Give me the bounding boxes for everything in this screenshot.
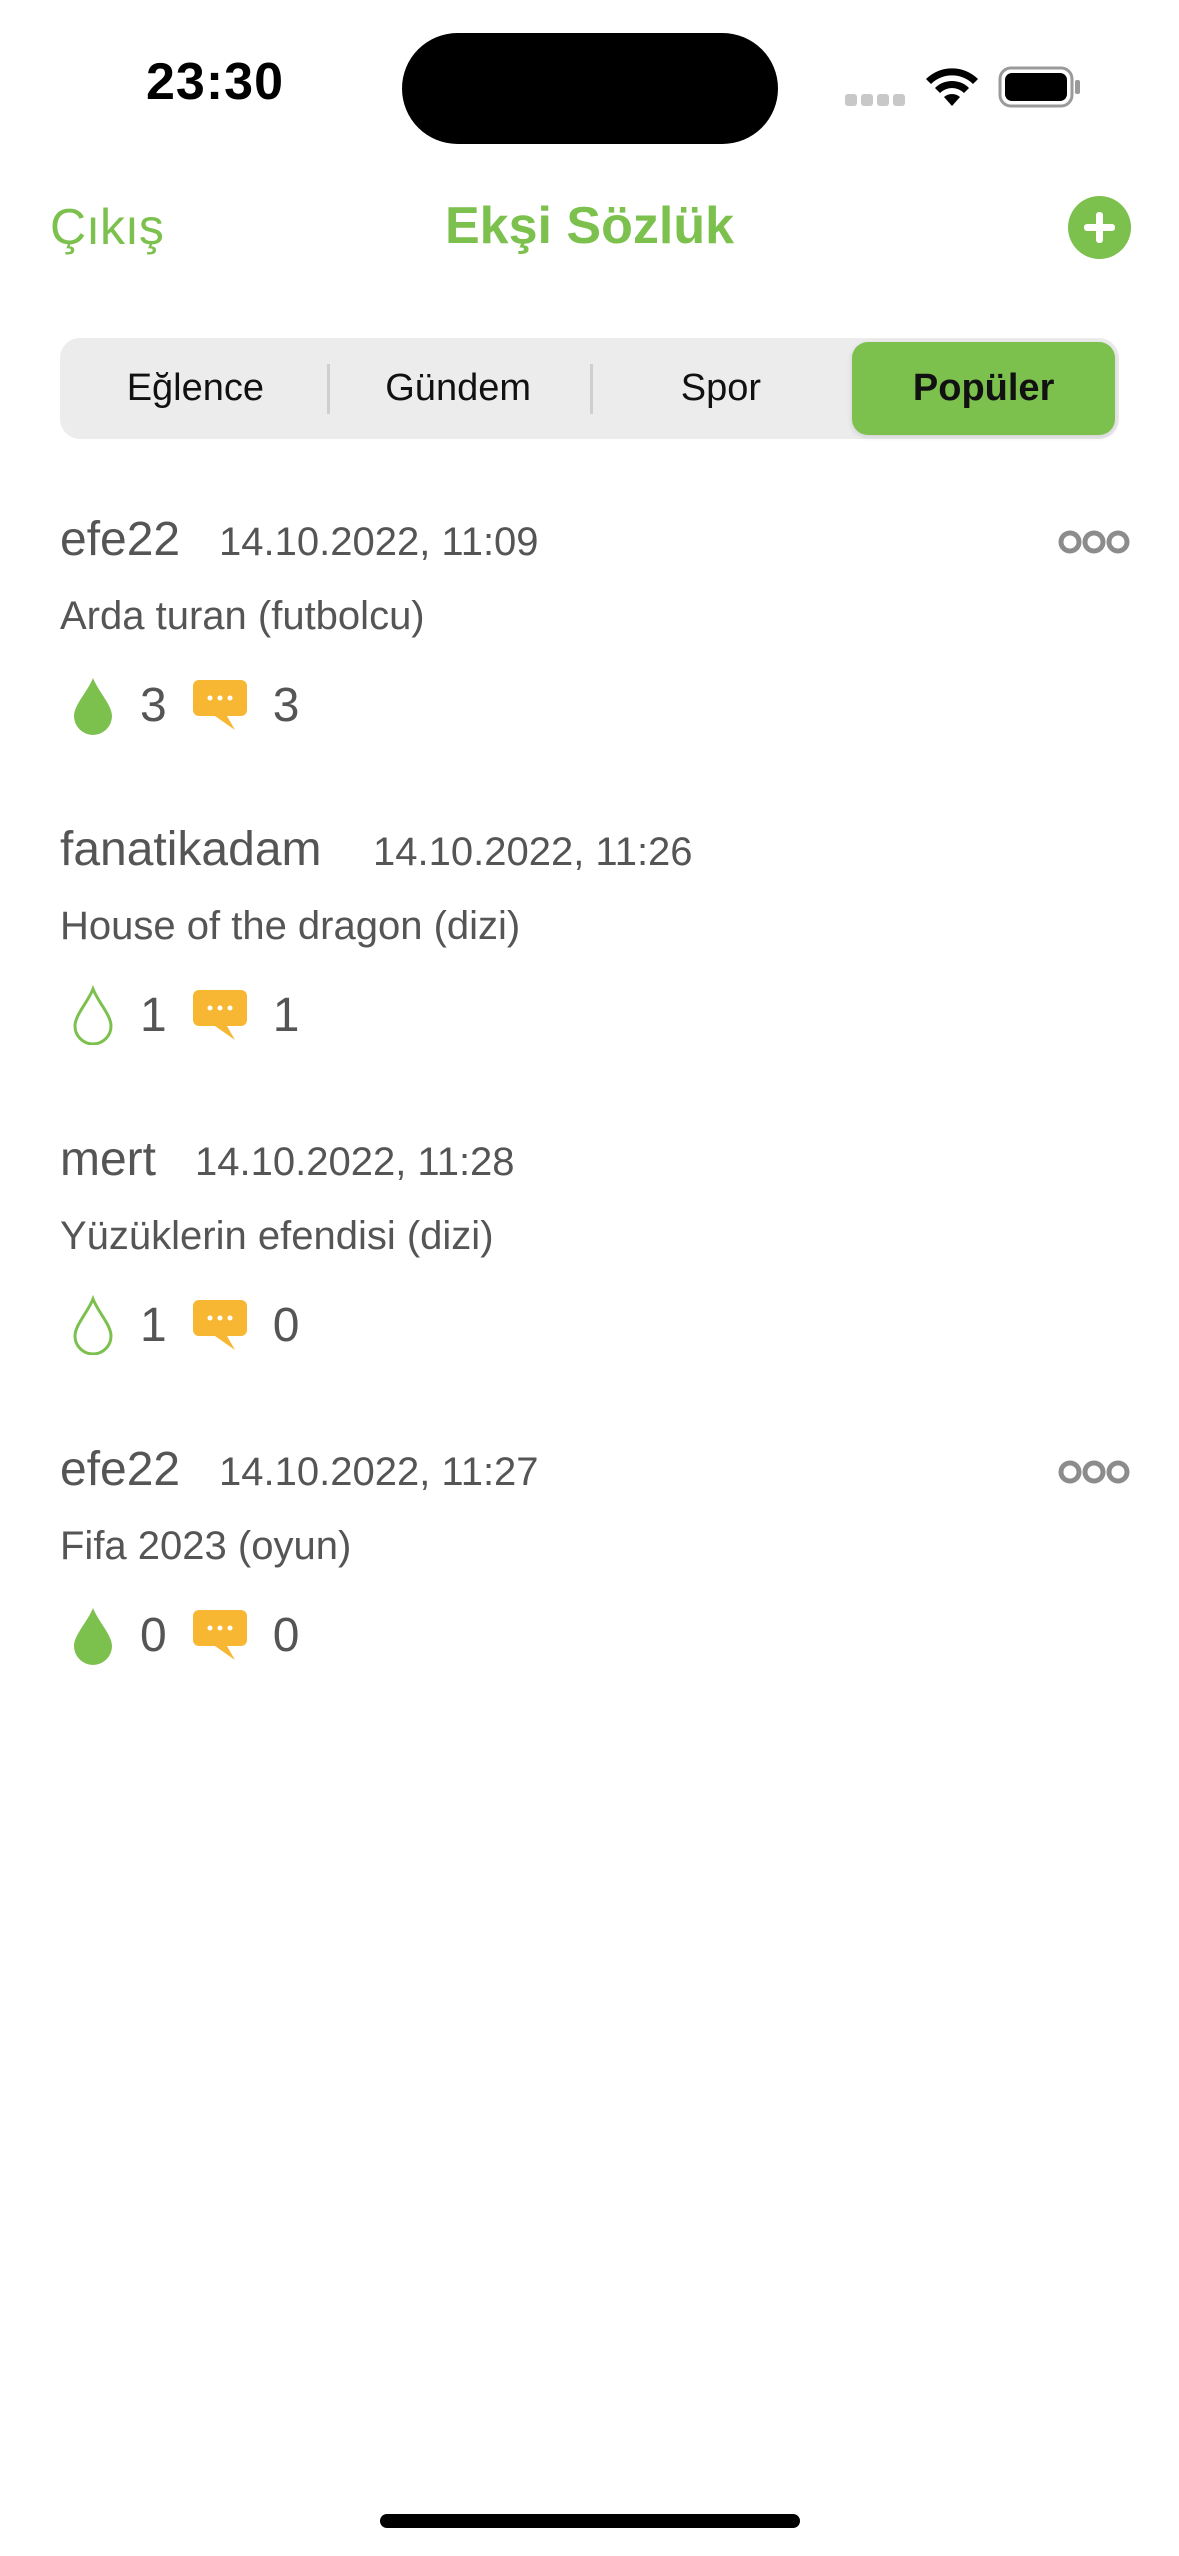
- post-date: 14.10.2022, 11:26: [373, 830, 693, 874]
- comment-count: 0: [272, 1298, 300, 1352]
- more-icon[interactable]: [1058, 1460, 1130, 1484]
- drop-icon[interactable]: [70, 675, 116, 735]
- category-segmented-control: Eğlence Gündem Spor Popüler: [60, 338, 1119, 439]
- tab-eglence[interactable]: Eğlence: [64, 342, 327, 435]
- speech-bubble-icon[interactable]: [191, 1298, 249, 1352]
- post-title[interactable]: Fifa 2023 (oyun): [60, 1524, 351, 1569]
- comment-count: 0: [272, 1608, 300, 1662]
- speech-bubble-icon[interactable]: [191, 1608, 249, 1662]
- list-item[interactable]: mert 14.10.2022, 11:28 Yüzüklerin efendi…: [60, 1132, 1130, 1392]
- post-date: 14.10.2022, 11:09: [219, 520, 539, 564]
- more-icon[interactable]: [1058, 530, 1130, 554]
- post-username[interactable]: mert: [60, 1132, 156, 1187]
- like-count: 1: [140, 988, 167, 1042]
- add-entry-button[interactable]: [1068, 196, 1131, 259]
- cellular-signal-icon: [845, 94, 905, 106]
- comment-count: 3: [272, 678, 300, 732]
- speech-bubble-icon[interactable]: [191, 678, 249, 732]
- tab-gundem[interactable]: Gündem: [326, 342, 590, 435]
- tab-populer[interactable]: Popüler: [852, 342, 1115, 435]
- battery-icon: [998, 66, 1080, 108]
- list-item[interactable]: efe22 14.10.2022, 11:27 Fifa 2023 (oyun)…: [60, 1442, 1130, 1702]
- post-username[interactable]: efe22: [60, 512, 180, 567]
- post-title[interactable]: Arda turan (futbolcu): [60, 594, 425, 639]
- list-item[interactable]: fanatikadam 14.10.2022, 11:26 House of t…: [60, 822, 1130, 1082]
- post-username[interactable]: fanatikadam: [60, 822, 322, 877]
- post-stats: 1 0: [70, 1290, 323, 1360]
- post-date: 14.10.2022, 11:27: [219, 1450, 539, 1494]
- post-stats: 1 1: [70, 980, 323, 1050]
- list-item[interactable]: efe22 14.10.2022, 11:09 Arda turan (futb…: [60, 512, 1130, 772]
- post-stats: 3 3: [70, 670, 323, 740]
- like-count: 0: [140, 1608, 167, 1662]
- home-indicator[interactable]: [380, 2514, 800, 2528]
- drop-icon[interactable]: [70, 985, 116, 1045]
- post-title[interactable]: Yüzüklerin efendisi (dizi): [60, 1214, 494, 1259]
- status-time: 23:30: [146, 53, 284, 111]
- post-username[interactable]: efe22: [60, 1442, 180, 1497]
- page-title: Ekşi Sözlük: [445, 197, 734, 255]
- post-stats: 0 0: [70, 1600, 323, 1670]
- screen: 23:30 Çıkış Ekşi Sözlük Eğlence Gündem S…: [0, 0, 1179, 2556]
- like-count: 3: [140, 678, 167, 732]
- drop-icon[interactable]: [70, 1295, 116, 1355]
- post-title[interactable]: House of the dragon (dizi): [60, 904, 520, 949]
- post-date: 14.10.2022, 11:28: [195, 1140, 515, 1184]
- comment-count: 1: [272, 988, 300, 1042]
- wifi-icon: [926, 68, 978, 106]
- dynamic-island: [402, 33, 778, 144]
- like-count: 1: [140, 1298, 167, 1352]
- drop-icon[interactable]: [70, 1605, 116, 1665]
- speech-bubble-icon[interactable]: [191, 988, 249, 1042]
- tab-spor[interactable]: Spor: [589, 342, 853, 435]
